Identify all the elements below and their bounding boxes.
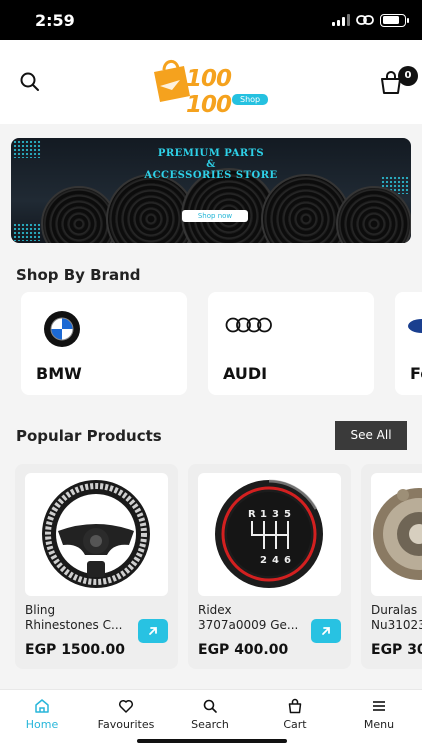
product-name: Ridex 3707a0009 Ge... (198, 603, 299, 632)
nav-favourites[interactable]: Favourites (86, 698, 166, 731)
product-price: EGP 1500.00 (25, 642, 125, 658)
status-time: 2:59 (35, 11, 75, 30)
status-bar: 2:59 (0, 0, 422, 40)
audi-logo-icon (225, 317, 272, 333)
nav-cart[interactable]: Cart (255, 698, 335, 731)
arrow-up-right-icon (322, 627, 330, 635)
logo-tag: Shop (232, 94, 269, 105)
product-image-steering-wheel-cover (25, 473, 168, 596)
product-card[interactable]: R135 246 Ridex 3707a0009 Ge... EGP 400.0… (188, 464, 351, 669)
banner-dots-decoration (13, 223, 41, 241)
brand-name: Fo (410, 364, 422, 383)
brand-name: AUDI (223, 364, 268, 383)
header: 100 100 Shop 0 (0, 40, 422, 124)
nav-search[interactable]: Search (170, 698, 250, 731)
product-name: Duralas Nu31023 (371, 603, 422, 632)
svg-text:6: 6 (284, 555, 291, 566)
brand-name: BMW (36, 364, 82, 383)
svg-text:R: R (248, 509, 256, 520)
brand-card-bmw[interactable]: BMW (21, 292, 187, 395)
nav-home[interactable]: Home (2, 698, 82, 731)
shopping-bag-icon (288, 698, 302, 714)
tire-image (336, 186, 411, 243)
promo-banner[interactable]: PREMIUM PARTS & ACCESSORIES STORE Shop n… (11, 138, 411, 243)
open-product-button[interactable] (311, 619, 341, 643)
svg-text:5: 5 (284, 509, 291, 520)
svg-text:2: 2 (260, 555, 267, 566)
popular-products-title: Popular Products (16, 427, 162, 445)
product-price: EGP 30 (371, 642, 422, 658)
home-indicator (137, 739, 287, 743)
heart-icon (118, 699, 134, 713)
brand-card-audi[interactable]: AUDI (208, 292, 374, 395)
brand-card-ford[interactable]: Fo (395, 292, 422, 395)
svg-text:4: 4 (272, 555, 279, 566)
ford-logo-icon (408, 319, 422, 333)
logo-text: 100 100 (186, 66, 232, 118)
product-card[interactable]: Bling Rhinestones C... EGP 1500.00 (15, 464, 178, 669)
status-icons (332, 13, 409, 27)
product-image-clutch-kit (371, 473, 422, 596)
svg-text:1: 1 (260, 509, 267, 520)
open-product-button[interactable] (138, 619, 168, 643)
shop-now-button[interactable]: Shop now (182, 210, 248, 222)
link-icon (356, 15, 374, 25)
banner-title: PREMIUM PARTS & ACCESSORIES STORE (144, 148, 278, 181)
product-card[interactable]: Duralas Nu31023 EGP 30 (361, 464, 422, 669)
battery-icon (380, 13, 409, 27)
nav-menu[interactable]: Menu (339, 698, 419, 731)
product-image-gear-knob: R135 246 (198, 473, 341, 596)
see-all-button[interactable]: See All (335, 421, 407, 450)
store-logo[interactable]: 100 100 Shop (150, 54, 274, 118)
search-button[interactable] (18, 70, 42, 94)
product-price: EGP 400.00 (198, 642, 289, 658)
shop-by-brand-title: Shop By Brand (16, 266, 141, 284)
arrow-up-right-icon (149, 627, 157, 635)
signal-icon (332, 14, 350, 26)
menu-icon (373, 701, 385, 711)
home-icon (35, 699, 49, 713)
product-name: Bling Rhinestones C... (25, 603, 123, 632)
search-icon (20, 72, 39, 91)
search-icon (203, 699, 217, 713)
cart-count-badge: 0 (398, 66, 418, 86)
svg-text:3: 3 (272, 509, 279, 520)
bmw-logo-icon (44, 311, 80, 347)
